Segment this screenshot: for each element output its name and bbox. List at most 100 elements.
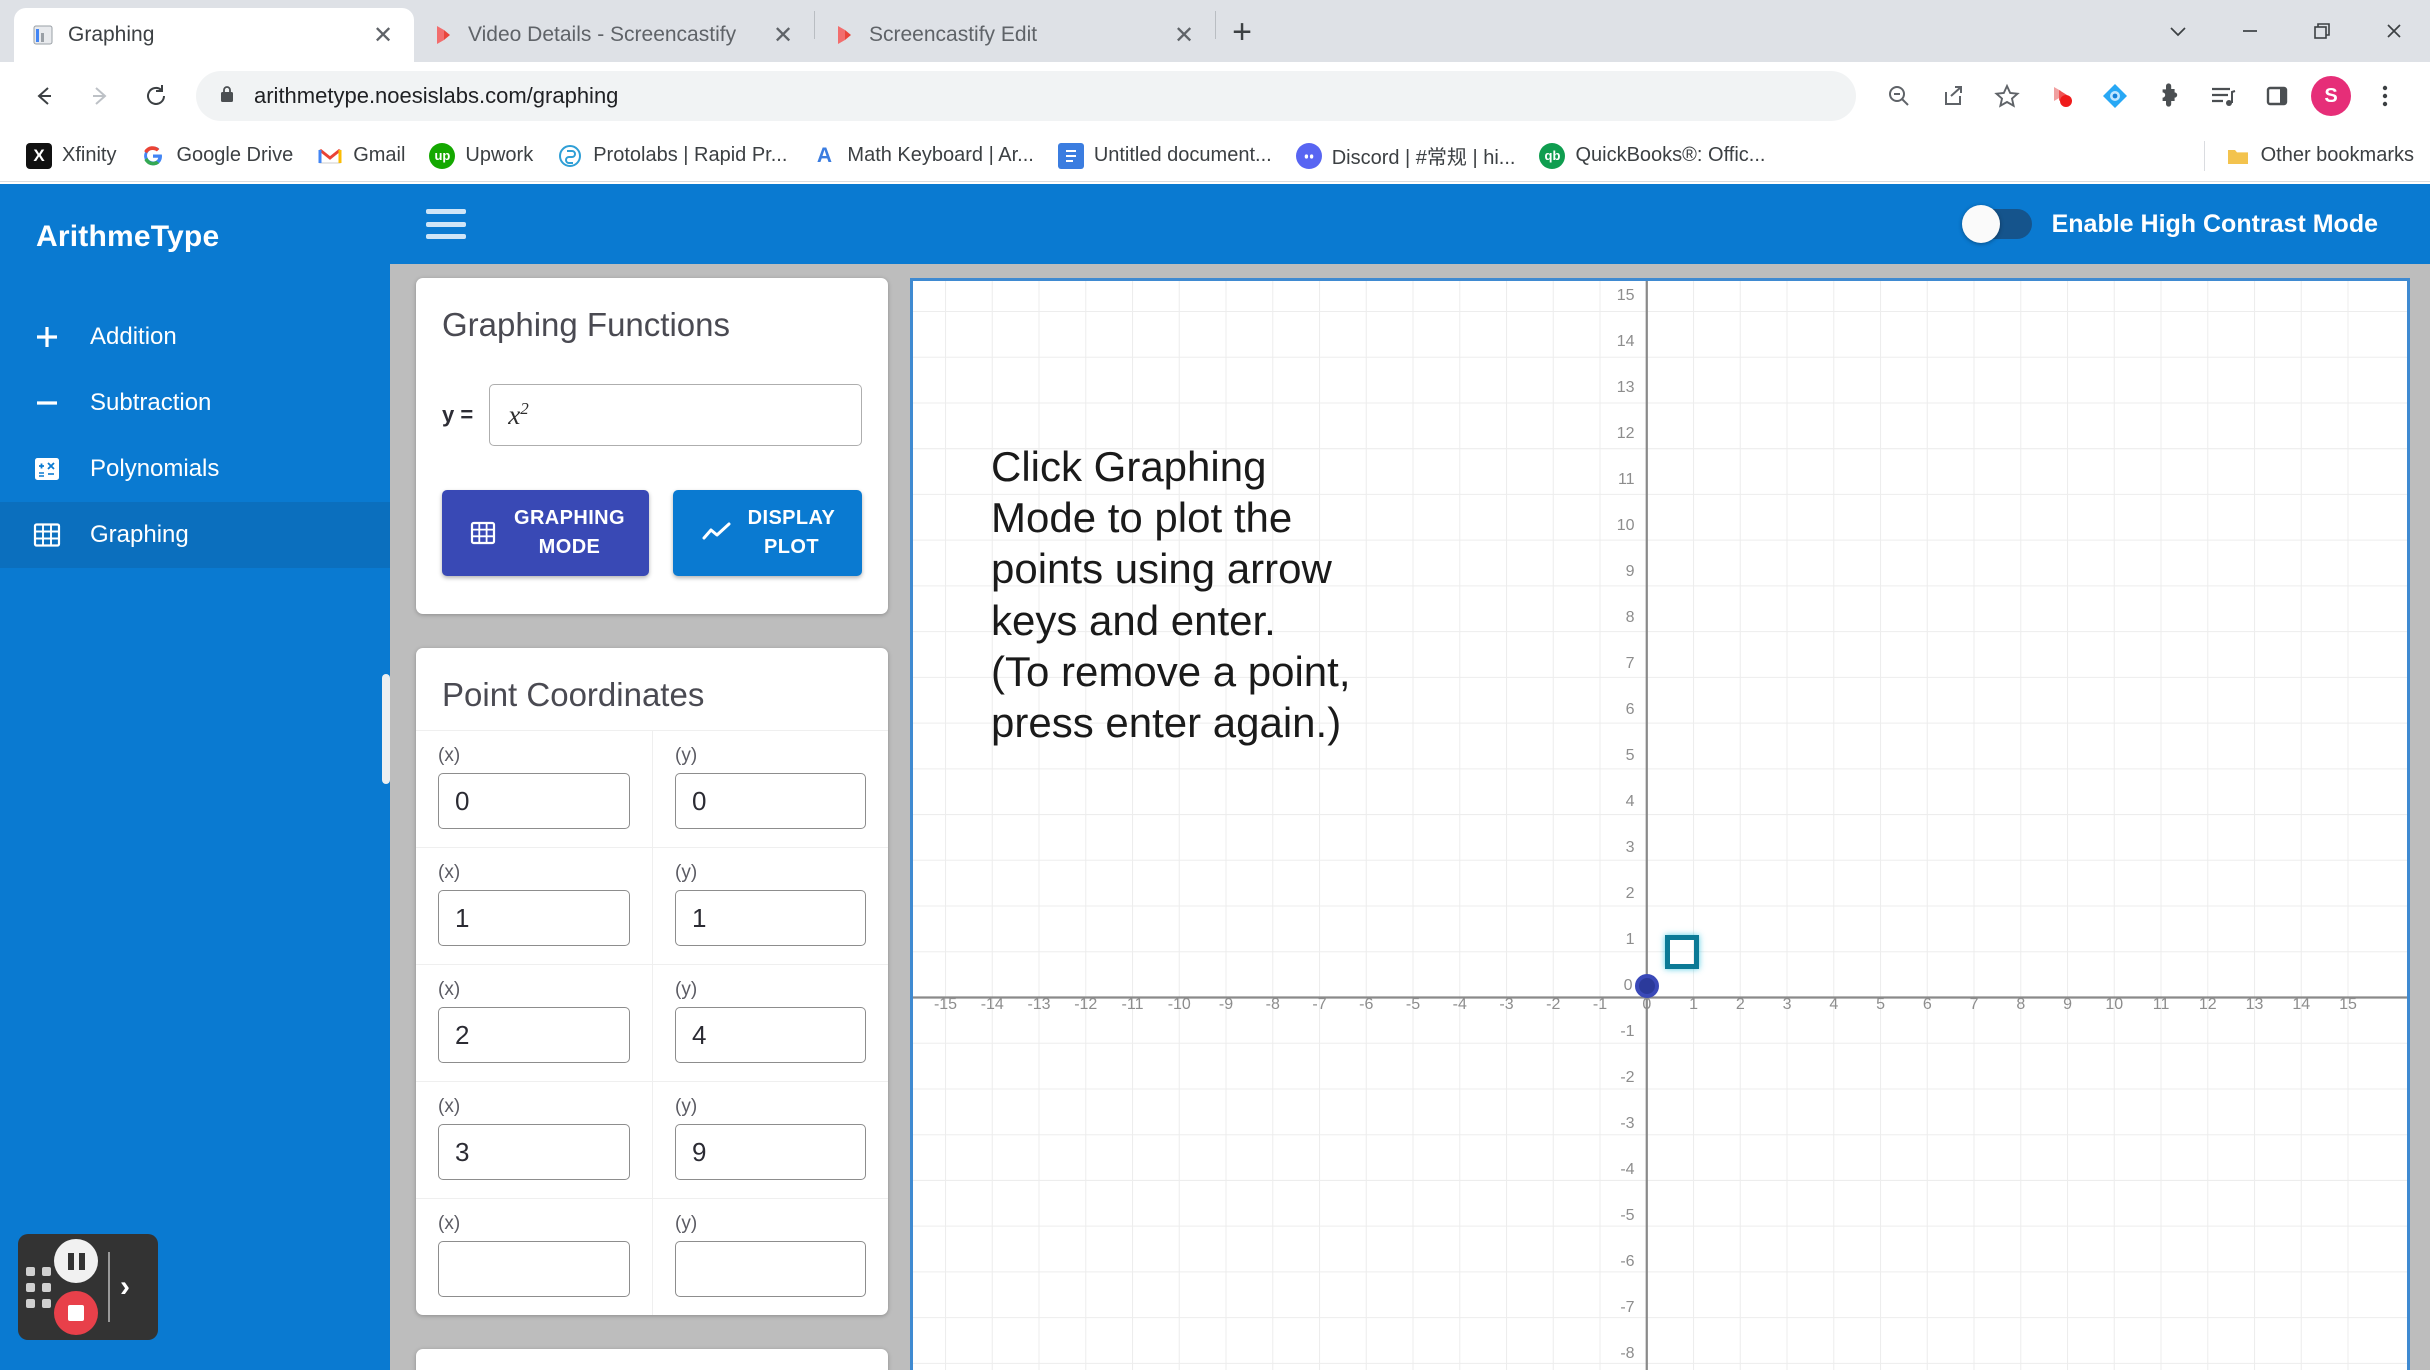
- graph-cursor-square[interactable]: [1664, 934, 1699, 969]
- discord-icon: [1295, 142, 1322, 169]
- recorder-buttons: [54, 1239, 98, 1335]
- zoom-out-icon[interactable]: [1872, 69, 1926, 123]
- bookmark-math-keyboard[interactable]: A Math Keyboard | Ar...: [801, 137, 1043, 175]
- chevron-down-icon[interactable]: [2142, 0, 2214, 62]
- drag-handle-icon[interactable]: [18, 1266, 52, 1308]
- star-icon[interactable]: [1980, 69, 2034, 123]
- point-x-input[interactable]: 2: [438, 1007, 630, 1063]
- reload-button[interactable]: [130, 70, 182, 122]
- high-contrast-toggle[interactable]: [1961, 205, 2032, 243]
- browser-window: Graphing ✕ Video Details - Screencastify…: [0, 0, 2430, 1370]
- equation-input[interactable]: x2: [489, 384, 862, 446]
- x-tick-label: 1: [1689, 996, 1698, 1013]
- point-x-input[interactable]: 0: [438, 773, 630, 829]
- restore-icon[interactable]: [2286, 0, 2358, 62]
- omnibox-actions: S: [1872, 69, 2412, 123]
- point-y-input[interactable]: [675, 1241, 866, 1297]
- tab-close-icon[interactable]: ✕: [368, 20, 398, 50]
- x-tick-label: -6: [1359, 996, 1374, 1013]
- kebab-menu-icon[interactable]: [2358, 69, 2412, 123]
- stop-icon[interactable]: [54, 1291, 98, 1335]
- bookmark-upwork[interactable]: up Upwork: [419, 137, 543, 175]
- graphing-functions-card: Graphing Functions y = x2 GRAPHING MODE …: [416, 278, 888, 614]
- diamond-extension-icon[interactable]: [2088, 69, 2142, 123]
- app-header: Enable High Contrast Mode: [390, 184, 2430, 264]
- close-icon[interactable]: [2358, 0, 2430, 62]
- xfinity-icon: X: [26, 142, 52, 169]
- bookmark-quickbooks[interactable]: qb QuickBooks®: Offic...: [1529, 137, 1775, 175]
- sidebar-scrollbar[interactable]: [382, 674, 390, 784]
- y-tick-label: 8: [1625, 609, 1635, 626]
- equation-row: y = x2: [416, 360, 888, 456]
- profile-avatar[interactable]: S: [2304, 69, 2358, 123]
- lock-icon: [216, 83, 238, 110]
- folder-icon: [2225, 143, 2251, 169]
- bookmark-gmail[interactable]: Gmail: [307, 137, 415, 175]
- x-tick-label: 2: [1735, 996, 1745, 1013]
- tab-close-icon[interactable]: ✕: [1169, 20, 1199, 50]
- tab-video-details[interactable]: Video Details - Screencastify ✕: [414, 8, 814, 62]
- reading-list-icon[interactable]: [2196, 69, 2250, 123]
- screencastify-extension-icon[interactable]: [2034, 69, 2088, 123]
- point-x-input[interactable]: [438, 1241, 630, 1297]
- point-y-input[interactable]: 4: [675, 1007, 866, 1063]
- equation-label: y =: [442, 402, 474, 427]
- x-tick-label: -9: [1218, 996, 1234, 1013]
- table-row: (x) 0 (y) 0: [416, 730, 888, 847]
- plot-area[interactable]: Click Graphing Mode to plot the points u…: [913, 281, 2407, 1370]
- hamburger-icon[interactable]: [426, 209, 466, 239]
- bookmark-discord[interactable]: Discord | #常规 | hi...: [1286, 135, 1526, 176]
- tab-close-icon[interactable]: ✕: [768, 20, 798, 50]
- puzzle-extension-icon[interactable]: [2142, 69, 2196, 123]
- table-row: (x) 3 (y) 9: [416, 1081, 888, 1198]
- pause-icon[interactable]: [54, 1239, 98, 1283]
- point-y-input[interactable]: 9: [675, 1124, 866, 1180]
- point-x-input[interactable]: 3: [438, 1124, 630, 1180]
- share-icon[interactable]: [1926, 69, 1980, 123]
- sidebar-item-addition[interactable]: Addition: [0, 304, 390, 370]
- sidebar-item-graphing[interactable]: Graphing: [0, 502, 390, 568]
- x-tick-label: -8: [1265, 996, 1280, 1013]
- other-bookmarks-button[interactable]: Other bookmarks: [2194, 140, 2414, 171]
- new-tab-button[interactable]: +: [1216, 6, 1268, 58]
- y-label: (y): [675, 862, 698, 883]
- expand-icon[interactable]: ›: [120, 1270, 130, 1304]
- graph-panel[interactable]: Click Graphing Mode to plot the points u…: [910, 278, 2410, 1370]
- forward-button[interactable]: [74, 70, 126, 122]
- y-tick-label: 14: [1616, 333, 1635, 350]
- x-tick-label: -13: [1027, 996, 1051, 1013]
- screencastify-recorder-widget[interactable]: ›: [18, 1234, 158, 1340]
- tab-graphing[interactable]: Graphing ✕: [14, 8, 414, 62]
- bookmark-google-drive[interactable]: Google Drive: [130, 137, 303, 175]
- point-y-input[interactable]: 1: [675, 890, 866, 946]
- x-tick-label: -4: [1452, 996, 1467, 1013]
- sidebar-item-label: Graphing: [90, 521, 189, 548]
- y-tick-label: 1: [1625, 931, 1635, 948]
- bookmark-protolabs[interactable]: Protolabs | Rapid Pr...: [547, 137, 797, 175]
- bookmark-xfinity[interactable]: X Xfinity: [16, 137, 126, 175]
- graphing-mode-button[interactable]: GRAPHING MODE: [442, 490, 649, 576]
- display-plot-button[interactable]: DISPLAY PLOT: [672, 490, 862, 576]
- plotted-point-origin[interactable]: [1634, 974, 1659, 998]
- x-label: (x): [438, 862, 461, 883]
- bookmark-label: Untitled document...: [1093, 144, 1272, 166]
- point-x-input[interactable]: 1: [438, 890, 630, 946]
- other-bookmarks-label: Other bookmarks: [2260, 144, 2414, 166]
- app-sidebar: ArithmeType Addition Subtraction Polynom…: [0, 184, 390, 1370]
- back-button[interactable]: [18, 70, 70, 122]
- x-tick-label: 15: [2339, 996, 2357, 1013]
- bookmarks-divider: [2203, 140, 2205, 171]
- sidebar-item-polynomials[interactable]: Polynomials: [0, 436, 390, 502]
- y-tick-label: -3: [1620, 1115, 1635, 1132]
- bookmark-untitled-document[interactable]: Untitled document...: [1048, 137, 1282, 175]
- y-tick-label: -6: [1620, 1253, 1635, 1270]
- sidebar-item-subtraction[interactable]: Subtraction: [0, 370, 390, 436]
- address-bar[interactable]: arithmetype.noesislabs.com/graphing: [196, 71, 1856, 121]
- window-controls: [2142, 0, 2430, 62]
- minimize-icon[interactable]: [2214, 0, 2286, 62]
- upwork-icon: up: [429, 142, 456, 169]
- point-y-input[interactable]: 0: [675, 773, 866, 829]
- tab-screencastify-edit[interactable]: Screencastify Edit ✕: [815, 8, 1215, 62]
- x-tick-label: -3: [1499, 996, 1514, 1013]
- side-panel-icon[interactable]: [2250, 69, 2304, 123]
